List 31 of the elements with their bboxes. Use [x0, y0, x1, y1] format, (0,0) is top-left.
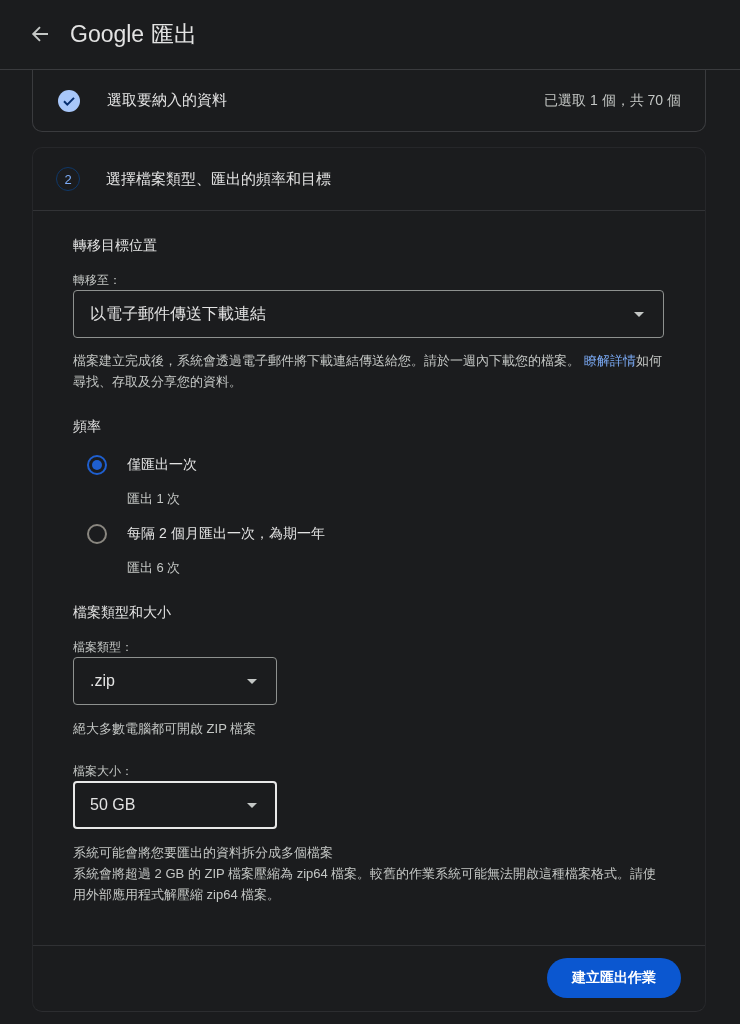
back-arrow-icon	[31, 24, 49, 43]
option-label[interactable]: 僅匯出一次	[127, 456, 197, 474]
help-text: 系統可能會將您要匯出的資料拆分成多個檔案	[73, 844, 334, 862]
page-title: Google 匯出	[70, 20, 197, 49]
step-summary: 已選取 1 個，共 70 個	[544, 91, 681, 110]
section-heading: 頻率	[73, 417, 102, 436]
help-text: 檔案建立完成後，系統會透過電子郵件將下載連結傳送給您。請於一週內下載您的檔案。 瞭解詳情如何尋找、存取及分享您的資料。	[73, 352, 663, 391]
file-type-dropdown[interactable]: .zip	[73, 657, 277, 705]
section-heading: 轉移目標位置	[73, 236, 158, 255]
radio-selected-icon[interactable]	[87, 455, 107, 475]
check-circle-icon	[58, 89, 80, 112]
create-export-button[interactable]: 建立匯出作業	[547, 958, 681, 998]
option-detail: 匯出 6 次	[126, 559, 182, 577]
help-text: 絕大多數電腦都可開啟 ZIP 檔案	[73, 720, 258, 738]
caret-icon	[247, 678, 257, 684]
learn-more-link[interactable]: 瞭解詳情	[584, 353, 636, 368]
option-label[interactable]: 每隔 2 個月匯出一次，為期一年	[127, 525, 325, 543]
caret-icon	[634, 311, 644, 317]
help-text: 系統會將超過 2 GB 的 ZIP 檔案壓縮為 zip64 檔案。較舊的作業系統可能無法開啟這種檔案格式。請使用外部應用程式解壓縮 zip64 檔案。	[73, 865, 658, 904]
field-label: 檔案大小：	[73, 763, 134, 779]
destination-dropdown[interactable]: 以電子郵件傳送下載連結	[73, 290, 664, 338]
step-title: 選擇檔案類型、匯出的頻率和目標	[106, 169, 331, 189]
field-label: 檔案類型：	[73, 639, 134, 655]
step-title: 選取要納入的資料	[107, 91, 227, 110]
caret-icon	[247, 802, 257, 808]
section-heading: 檔案類型和大小	[73, 603, 172, 622]
field-label: 轉移至：	[73, 272, 122, 288]
radio-icon[interactable]	[87, 524, 107, 544]
option-detail: 匯出 1 次	[126, 490, 182, 508]
file-size-dropdown[interactable]: 50 GB	[73, 781, 277, 829]
step-card[interactable]: 選取要納入的資料 已選取 1 個，共 70 個	[32, 70, 706, 132]
